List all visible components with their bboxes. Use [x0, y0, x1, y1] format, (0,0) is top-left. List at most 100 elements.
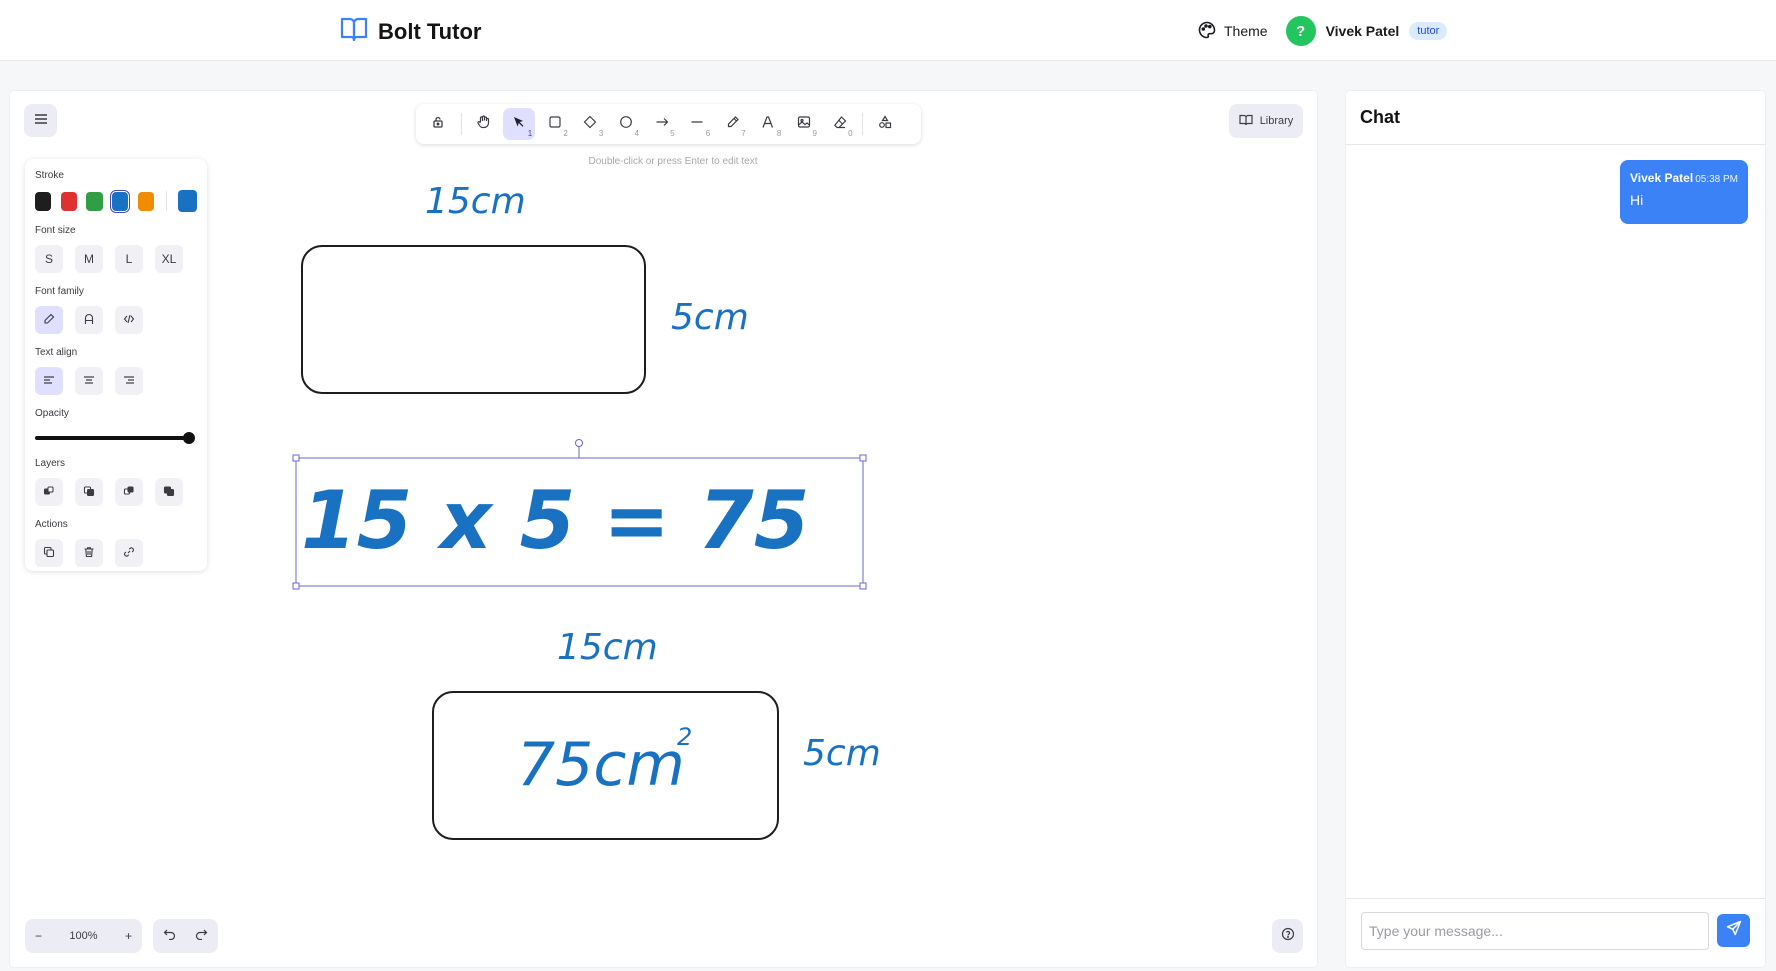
font-size-xl[interactable]: XL [155, 245, 183, 273]
chat-panel: Chat Vivek Patel 05:38 PM Hi [1346, 91, 1765, 967]
circle-icon [619, 115, 633, 134]
image-icon [797, 115, 811, 134]
lock-icon [431, 115, 445, 134]
help-button[interactable] [1272, 919, 1303, 953]
zoom-in-button[interactable]: + [125, 929, 132, 943]
book-open-icon [340, 16, 368, 47]
send-button[interactable] [1717, 914, 1750, 947]
tool-diamond[interactable]: 3 [574, 108, 606, 140]
header-actions: Theme ? Vivek Patel tutor [1198, 14, 1448, 48]
actions-label: Actions [35, 519, 68, 530]
redo-icon [195, 927, 208, 944]
trash-icon [83, 546, 95, 561]
stroke-label: Stroke [35, 170, 64, 181]
toolbar-divider [862, 113, 864, 135]
resize-handle-sw[interactable] [292, 582, 300, 590]
message-time: 05:38 PM [1695, 174, 1738, 185]
font-size-options: S M L XL [35, 245, 197, 273]
copy-icon [43, 546, 55, 561]
area-exponent[interactable]: 2 [677, 723, 692, 751]
link-button[interactable] [115, 539, 143, 567]
tool-rectangle[interactable]: 2 [539, 108, 571, 140]
font-size-l[interactable]: L [115, 245, 143, 273]
swatch-orange[interactable] [137, 191, 154, 211]
swatch-red[interactable] [60, 191, 77, 211]
main-menu-button[interactable] [24, 104, 57, 137]
letter-a-icon [83, 313, 95, 328]
rotation-handle[interactable] [575, 439, 583, 447]
align-right-button[interactable] [115, 367, 143, 395]
app-title: Bolt Tutor [378, 18, 482, 44]
tool-extra-tools[interactable] [869, 108, 901, 140]
font-size-m[interactable]: M [75, 245, 103, 273]
tool-shortcut: 0 [848, 129, 853, 138]
opacity-track [35, 436, 187, 440]
stroke-swatches [35, 190, 198, 212]
swatch-green[interactable] [86, 191, 103, 211]
tool-shortcut: 2 [563, 129, 568, 138]
send-backward-button[interactable] [75, 478, 103, 506]
tool-image[interactable]: 9 [788, 108, 820, 140]
selection-box[interactable] [292, 439, 867, 590]
opacity-slider[interactable] [35, 428, 195, 448]
align-center-button[interactable] [75, 367, 103, 395]
bring-to-front-icon [163, 485, 175, 500]
swatch-blue[interactable] [112, 191, 129, 211]
align-left-button[interactable] [35, 367, 63, 395]
library-button[interactable]: Library [1229, 104, 1303, 138]
opacity-handle[interactable] [183, 432, 195, 444]
tool-hand[interactable] [468, 108, 500, 140]
equation-text[interactable]: 15 x 5 = 75 [301, 474, 809, 567]
font-family-hand-drawn[interactable] [35, 306, 63, 334]
duplicate-button[interactable] [35, 539, 63, 567]
undo-button[interactable] [163, 927, 176, 945]
book-icon [1239, 114, 1253, 129]
tool-line[interactable]: 6 [681, 108, 713, 140]
properties-panel: Stroke Font size S M L XL Font family Te… [25, 159, 207, 571]
tool-shortcut: 9 [812, 129, 817, 138]
tool-eraser[interactable]: 0 [824, 108, 856, 140]
font-family-code[interactable] [115, 306, 143, 334]
avatar[interactable]: ? [1285, 16, 1316, 46]
resize-handle-ne[interactable] [859, 454, 867, 462]
text-align-label: Text align [35, 347, 78, 358]
delete-button[interactable] [75, 539, 103, 567]
text-align-options [35, 367, 197, 395]
bring-forward-icon [123, 485, 135, 500]
tool-lock[interactable] [422, 108, 454, 140]
label-top-height[interactable]: 5cm [671, 297, 749, 338]
history-controls [153, 919, 218, 953]
chat-message: Vivek Patel 05:38 PM Hi [1620, 160, 1748, 224]
redo-button[interactable] [195, 927, 208, 945]
swatch-black[interactable] [35, 191, 52, 211]
tool-arrow[interactable]: 5 [646, 108, 678, 140]
text-icon [761, 115, 775, 134]
bring-to-front-button[interactable] [155, 478, 183, 506]
label-top-width[interactable]: 15cm [425, 181, 526, 222]
font-family-options [35, 306, 197, 334]
tool-shortcut: 6 [705, 129, 711, 138]
tool-shortcut: 8 [776, 129, 782, 138]
brand[interactable]: Bolt Tutor [340, 16, 481, 47]
chat-message-input[interactable] [1361, 912, 1709, 950]
tool-ellipse[interactable]: 4 [610, 108, 642, 140]
resize-handle-se[interactable] [859, 582, 867, 590]
current-stroke-color[interactable] [178, 190, 198, 212]
bring-forward-button[interactable] [115, 478, 143, 506]
tool-draw[interactable]: 7 [717, 108, 749, 140]
whiteboard-canvas[interactable]: 15cm 5cm 15 x 5 = 75 15cm 5cm 75cm 2 1 2… [10, 91, 1317, 967]
zoom-out-button[interactable]: − [35, 929, 42, 943]
rectangle-bottom[interactable] [432, 691, 779, 840]
tool-selection[interactable]: 1 [503, 108, 536, 140]
area-value[interactable]: 75cm [517, 730, 685, 800]
resize-handle-nw[interactable] [292, 454, 300, 462]
tool-text[interactable]: 8 [752, 108, 784, 140]
font-family-normal[interactable] [75, 306, 103, 334]
send-to-back-button[interactable] [35, 478, 63, 506]
label-bottom-width[interactable]: 15cm [557, 627, 658, 668]
font-size-s[interactable]: S [35, 245, 63, 273]
theme-button[interactable]: Theme [1198, 21, 1268, 42]
zoom-level[interactable]: 100% [69, 930, 97, 942]
rectangle-top[interactable] [301, 245, 646, 394]
label-bottom-height[interactable]: 5cm [803, 733, 881, 774]
